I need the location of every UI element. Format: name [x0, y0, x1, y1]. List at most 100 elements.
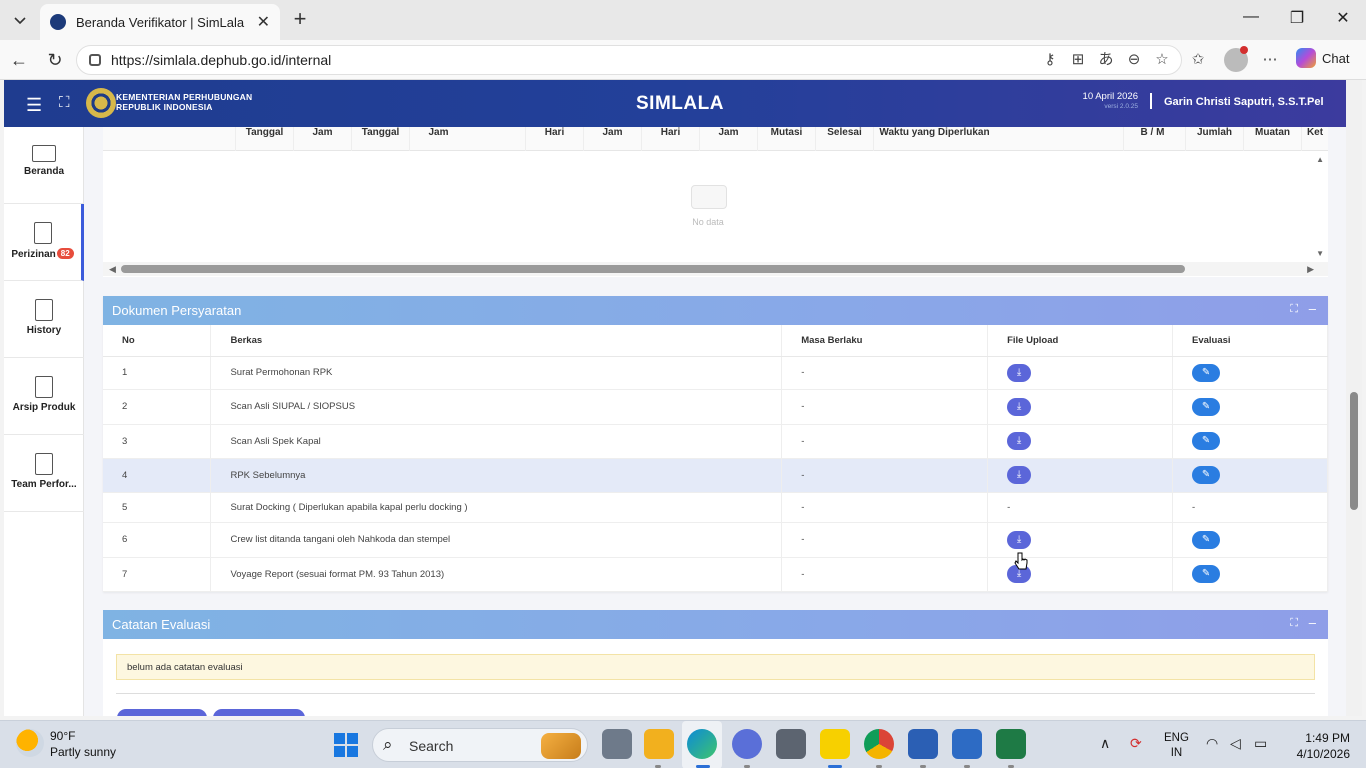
column-header: Ket — [1301, 127, 1328, 151]
evaluasi-cell: - — [1172, 492, 1328, 523]
more-menu-icon[interactable]: ⋯ — [1260, 50, 1280, 70]
expand-icon[interactable]: ⛶ — [1290, 303, 1298, 316]
edit-evaluation-button[interactable]: ✎ — [1192, 432, 1221, 450]
evaluasi-cell: ✎ — [1172, 458, 1328, 493]
camera-icon[interactable] — [776, 729, 806, 759]
favorites-icon[interactable]: ✩ — [1188, 50, 1208, 70]
action-button[interactable] — [213, 709, 305, 716]
tab-list-icon[interactable] — [6, 6, 34, 34]
column-header-masa-berlaku: Masa Berlaku — [781, 325, 989, 357]
fullscreen-icon[interactable]: ⛶ — [59, 94, 70, 111]
system-clock[interactable]: 1:49 PM 4/10/2026 — [1290, 730, 1350, 762]
chrome-icon[interactable] — [864, 729, 894, 759]
table-row: 7 Voyage Report (sesuai format PM. 93 Ta… — [103, 557, 1328, 592]
edit-evaluation-button[interactable]: ✎ — [1192, 363, 1221, 382]
show-hidden-icons-icon[interactable]: ∧ — [1100, 735, 1110, 752]
row-masa-berlaku: - — [781, 458, 989, 493]
browser-tabbar: Beranda Verifikator | SimLala ✕ + — ❐ ✕ — [0, 0, 1366, 40]
language-code: ENG — [1164, 732, 1189, 744]
apps-icon[interactable]: ⊞ — [1068, 50, 1088, 70]
card-title: Dokumen Persyaratan — [112, 303, 242, 318]
site-info-icon[interactable] — [89, 54, 101, 66]
edge-browser-icon[interactable] — [687, 729, 717, 759]
search-icon: ⌕ — [383, 735, 393, 754]
tab-close-icon[interactable]: ✕ — [257, 12, 270, 32]
download-button[interactable]: ⤓ — [1007, 397, 1032, 416]
edit-evaluation-button[interactable]: ✎ — [1192, 565, 1221, 583]
download-button[interactable]: ⤓ — [1007, 432, 1032, 450]
row-masa-berlaku: - — [781, 389, 989, 425]
row-berkas: Surat Docking ( Diperlukan apabila kapal… — [210, 492, 783, 523]
back-icon[interactable]: ← — [8, 49, 30, 71]
sidebar-item-label: Beranda — [23, 166, 64, 177]
table-row: 4 RPK Sebelumnya - ⤓ ✎ — [103, 458, 1328, 493]
hand-cursor-icon — [1014, 552, 1028, 570]
key-icon[interactable]: ⚷ — [1040, 50, 1060, 70]
zoom-icon[interactable]: ⊖ — [1124, 50, 1144, 70]
battery-icon[interactable]: ▭ — [1254, 735, 1267, 752]
evaluasi-cell: ✎ — [1172, 557, 1328, 592]
weather-icon[interactable] — [16, 729, 44, 757]
copilot-chat-button[interactable]: Chat — [1296, 48, 1349, 68]
new-tab-icon[interactable]: + — [288, 8, 312, 32]
collapse-icon[interactable]: – — [1309, 615, 1316, 630]
scroll-right-icon[interactable]: ▶ — [1307, 264, 1314, 275]
sidebar-item-team-performance[interactable]: Team Perfor... — [4, 435, 84, 512]
column-header: Selesai — [815, 127, 873, 151]
browser-tab[interactable]: Beranda Verifikator | SimLala ✕ — [40, 4, 280, 40]
evaluasi-cell: ✎ — [1172, 389, 1328, 425]
sticky-notes-icon[interactable] — [820, 729, 850, 759]
taskbar-search[interactable]: ⌕ Search — [372, 728, 588, 762]
evaluation-note: belum ada catatan evaluasi — [116, 654, 1315, 680]
download-button[interactable]: ⤓ — [1007, 530, 1032, 549]
scrollbar-thumb[interactable] — [121, 265, 1185, 273]
translate-icon[interactable]: あ — [1096, 50, 1116, 70]
column-header: Jumlah — [1185, 127, 1243, 151]
sidebar-item-history[interactable]: History — [4, 281, 84, 358]
scrollbar-thumb[interactable] — [1350, 392, 1358, 510]
collapse-icon[interactable]: – — [1309, 301, 1316, 316]
file-explorer-icon[interactable] — [644, 729, 674, 759]
task-view-icon[interactable] — [602, 729, 632, 759]
sidebar-item-beranda[interactable]: Beranda — [4, 127, 84, 204]
sidebar-item-perizinan[interactable]: Perizinan 82 — [4, 204, 84, 281]
expand-icon[interactable]: ⛶ — [1290, 617, 1298, 630]
edit-evaluation-button[interactable]: ✎ — [1192, 397, 1221, 416]
row-masa-berlaku: - — [781, 492, 989, 523]
url-field[interactable]: https://simlala.dephub.go.id/internal — [76, 45, 1182, 75]
favorite-star-icon[interactable]: ☆ — [1152, 50, 1172, 70]
documents-table: No Berkas Masa Berlaku File Upload Evalu… — [103, 325, 1328, 592]
column-header: Jam — [699, 127, 757, 151]
restore-icon[interactable]: ❐ — [1282, 8, 1312, 28]
user-name[interactable]: Garin Christi Saputri, S.S.T.Pel — [1164, 96, 1324, 108]
download-button[interactable]: ⤓ — [1007, 363, 1032, 382]
calculator-icon[interactable] — [952, 729, 982, 759]
scroll-left-icon[interactable]: ◀ — [109, 264, 116, 275]
volume-icon[interactable]: ◁ — [1230, 735, 1241, 752]
keyboard-layout: IN — [1170, 747, 1183, 759]
page-scrollbar[interactable] — [1346, 80, 1362, 716]
horizontal-scrollbar[interactable]: ◀ ▶ — [103, 262, 1328, 276]
word-icon[interactable] — [908, 729, 938, 759]
scroll-down-icon[interactable]: ▼ — [1316, 249, 1324, 258]
wifi-icon[interactable]: ◠ — [1206, 735, 1218, 752]
download-button[interactable]: ⤓ — [1007, 466, 1032, 484]
action-button[interactable] — [117, 709, 207, 716]
edit-evaluation-button[interactable]: ✎ — [1192, 530, 1221, 549]
input-language[interactable]: ENG IN — [1164, 731, 1189, 761]
app-icon[interactable] — [732, 729, 762, 759]
scroll-up-icon[interactable]: ▲ — [1316, 155, 1324, 164]
sync-icon[interactable]: ⟳ — [1130, 735, 1142, 752]
row-no: 2 — [103, 389, 212, 425]
window-close-icon[interactable]: ✕ — [1328, 8, 1358, 28]
excel-icon[interactable] — [996, 729, 1026, 759]
minimize-icon[interactable]: — — [1236, 8, 1266, 26]
edit-evaluation-button[interactable]: ✎ — [1192, 466, 1221, 484]
column-header: B / M — [1123, 127, 1181, 151]
sidebar-item-arsip-produk[interactable]: Arsip Produk — [4, 358, 84, 435]
hamburger-menu-icon[interactable]: ☰ — [26, 95, 42, 116]
start-button-icon[interactable] — [334, 733, 358, 757]
divider — [116, 693, 1315, 694]
refresh-icon[interactable]: ↻ — [44, 49, 66, 71]
column-header-berkas: Berkas — [210, 325, 783, 357]
